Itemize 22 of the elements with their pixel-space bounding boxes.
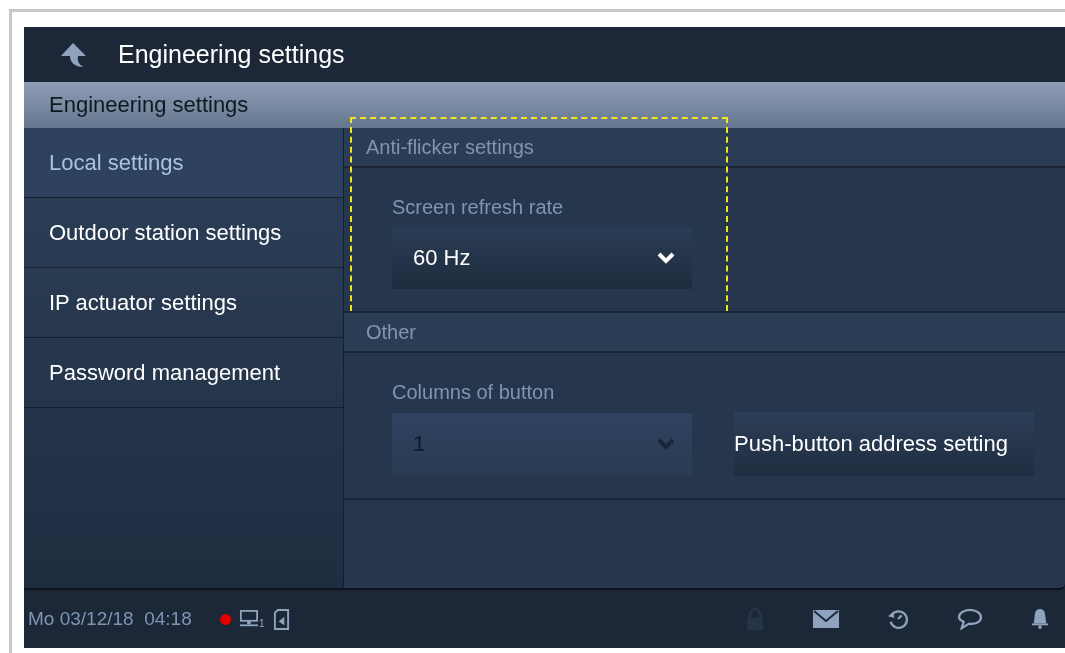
sidebar-item[interactable]: Password management (24, 338, 343, 408)
mail-icon[interactable] (813, 610, 839, 628)
sidebar-item[interactable]: Outdoor station settings (24, 198, 343, 268)
bell-icon[interactable] (1031, 607, 1049, 631)
push-button-address-button[interactable]: Push-button address setting (734, 412, 1034, 476)
window-title: Engineering settings (118, 40, 345, 69)
network-count: 1 (258, 617, 265, 629)
section-header: Other (344, 313, 1065, 353)
field-label: Columns of button (392, 381, 556, 404)
sidebar-item[interactable]: IP actuator settings (24, 268, 343, 338)
chevron-down-icon (656, 251, 676, 265)
chat-bubble-icon[interactable] (957, 608, 983, 630)
date-time: Mo 03/12/18 04:18 (28, 608, 192, 630)
section-header: Anti-flicker settings (344, 128, 1065, 168)
sd-card-icon (272, 608, 290, 630)
header-bar: Engineering settings (24, 82, 1065, 128)
chevron-down-icon (656, 437, 676, 451)
dropdown[interactable]: 60 Hz (392, 227, 692, 289)
network-icon (238, 610, 259, 628)
sidebar-item[interactable]: Local settings (24, 128, 343, 198)
history-icon[interactable] (887, 608, 909, 630)
field-label: Screen refresh rate (392, 196, 565, 219)
